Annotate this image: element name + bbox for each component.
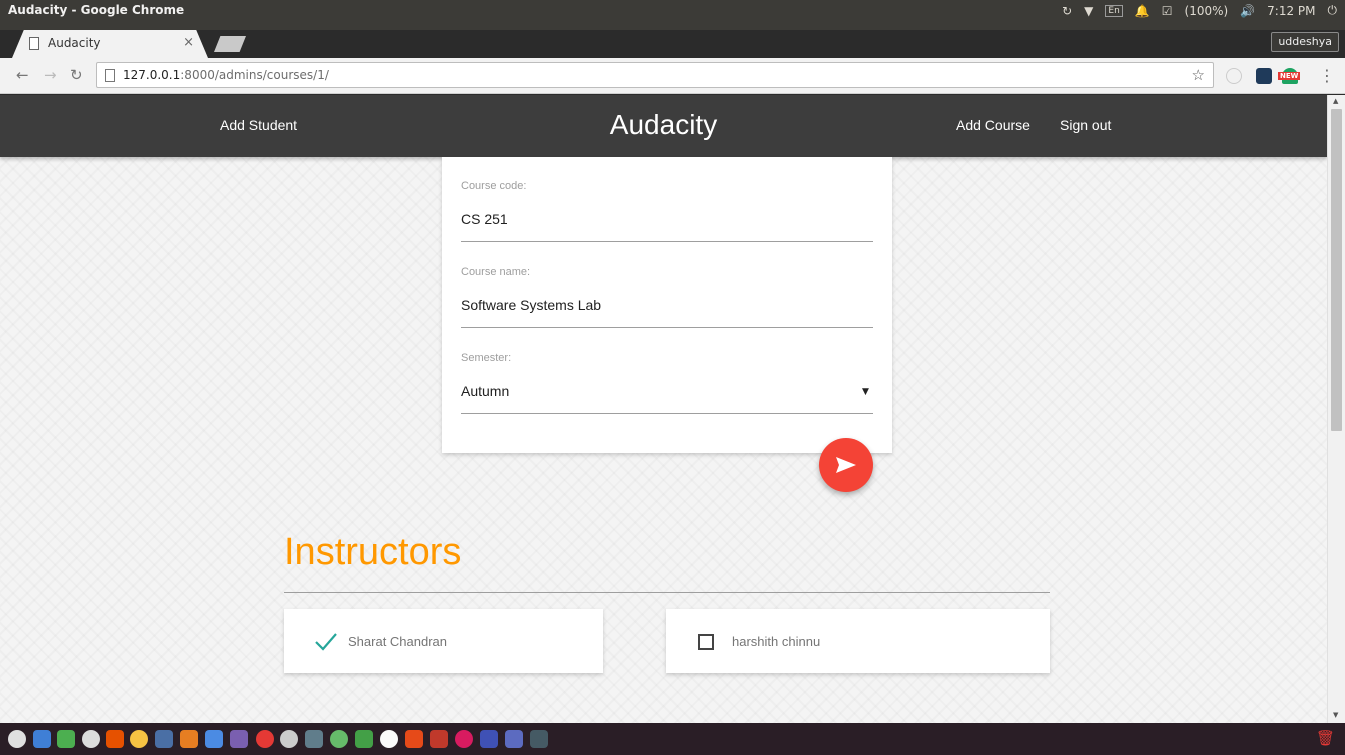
os-title-bar: Audacity - Google Chrome ↻ ▼ En 🔔 ☑ (100… [0, 0, 1345, 30]
page-icon [29, 37, 39, 50]
launcher-icon[interactable] [8, 730, 26, 748]
browser-tab[interactable]: Audacity × [12, 30, 208, 58]
trash-icon[interactable]: 🗑 [1316, 729, 1335, 747]
course-code-input[interactable]: CS 251 [461, 211, 508, 227]
app-icon[interactable] [505, 730, 523, 748]
app-icon[interactable] [205, 730, 223, 748]
wifi-icon[interactable]: ▼ [1084, 4, 1093, 18]
send-icon [836, 457, 856, 473]
url-path: :8000/admins/courses/1/ [180, 68, 329, 82]
app-icon[interactable] [230, 730, 248, 748]
app-icon[interactable] [155, 730, 173, 748]
app-icon[interactable] [480, 730, 498, 748]
app-icon[interactable] [280, 730, 298, 748]
app-icon[interactable] [82, 730, 100, 748]
close-tab-icon[interactable]: × [183, 35, 194, 50]
extension-shield-icon[interactable] [1226, 68, 1242, 84]
taskbar: 🗑 [0, 723, 1345, 755]
app-icon[interactable] [405, 730, 423, 748]
page-info-icon[interactable] [105, 69, 115, 82]
profile-button[interactable]: uddeshya [1271, 32, 1339, 52]
back-arrow-icon[interactable]: ← [16, 66, 29, 84]
section-divider [284, 592, 1050, 593]
app-icon[interactable] [33, 730, 51, 748]
clock[interactable]: 7:12 PM [1267, 4, 1315, 18]
sync-icon[interactable]: ↻ [1062, 4, 1072, 18]
tab-title: Audacity [48, 36, 101, 50]
extension-cube-icon[interactable] [1256, 68, 1272, 84]
submit-button[interactable] [819, 438, 873, 492]
battery-icon[interactable]: ☑ [1162, 4, 1173, 18]
checkbox-icon[interactable] [698, 634, 714, 650]
volume-icon[interactable]: 🔊 [1240, 4, 1255, 18]
bookmark-star-icon[interactable]: ☆ [1192, 66, 1205, 84]
instructors-heading: Instructors [284, 531, 462, 573]
app-icon[interactable] [430, 730, 448, 748]
url-text[interactable]: 127.0.0.1:8000/admins/courses/1/ [123, 68, 329, 82]
checkmark-icon[interactable] [314, 631, 338, 651]
semester-label: Semester: [461, 352, 512, 364]
app-icon[interactable] [455, 730, 473, 748]
course-name-input[interactable]: Software Systems Lab [461, 297, 601, 313]
address-bar[interactable]: 127.0.0.1:8000/admins/courses/1/ ☆ [96, 62, 1214, 88]
session-menu-icon[interactable]: ⏻ [1328, 3, 1338, 18]
scroll-down-arrow-icon[interactable]: ▼ [1333, 711, 1338, 719]
course-code-label: Course code: [461, 180, 527, 192]
window-title: Audacity - Google Chrome [8, 3, 185, 17]
app-icon[interactable] [530, 730, 548, 748]
course-code-underline [461, 241, 873, 242]
terminal-icon[interactable] [305, 730, 323, 748]
instructor-card[interactable]: Sharat Chandran [284, 609, 603, 673]
new-tab-button[interactable] [214, 36, 246, 52]
app-icon[interactable] [57, 730, 75, 748]
instructor-card[interactable]: harshith chinnu [666, 609, 1050, 673]
app-header: Add Student Audacity Add Course Sign out [0, 95, 1327, 157]
app-icon[interactable] [355, 730, 373, 748]
app-icon[interactable] [106, 730, 124, 748]
instructor-name: harshith chinnu [732, 634, 821, 649]
forward-arrow-icon[interactable]: → [44, 66, 57, 84]
page-scrollbar[interactable]: ▲ ▼ [1327, 95, 1345, 723]
app-icon[interactable] [256, 730, 274, 748]
url-host: 127.0.0.1 [123, 68, 181, 82]
browser-toolbar: ← → ↻ 127.0.0.1:8000/admins/courses/1/ ☆… [0, 58, 1345, 94]
chrome-icon[interactable] [130, 730, 148, 748]
course-name-underline [461, 327, 873, 328]
course-name-label: Course name: [461, 266, 531, 278]
menu-icon[interactable]: ⋮ [1319, 66, 1335, 85]
course-form-card: Course code: CS 251 Course name: Softwar… [442, 157, 892, 453]
notification-bell-icon[interactable]: 🔔 [1135, 4, 1150, 18]
brand-logo[interactable]: Audacity [0, 109, 1327, 141]
add-course-link[interactable]: Add Course [956, 117, 1030, 133]
scrollbar-thumb[interactable] [1331, 109, 1342, 431]
battery-percent: (100%) [1184, 3, 1229, 18]
system-tray: ↻ ▼ En 🔔 ☑ (100%) 🔊 7:12 PM ⏻ [1062, 3, 1337, 18]
keyboard-layout-indicator[interactable]: En [1105, 4, 1123, 17]
semester-select[interactable]: Autumn [461, 383, 509, 399]
semester-underline [461, 413, 873, 414]
sign-out-link[interactable]: Sign out [1060, 117, 1111, 133]
dropdown-arrow-icon[interactable]: ▼ [862, 387, 869, 397]
app-icon[interactable] [180, 730, 198, 748]
app-icon[interactable] [330, 730, 348, 748]
page-viewport: Add Student Audacity Add Course Sign out… [0, 95, 1327, 723]
instructor-name: Sharat Chandran [348, 634, 448, 649]
reload-icon[interactable]: ↻ [70, 66, 83, 84]
app-icon[interactable] [380, 730, 398, 748]
new-badge: NEW [1278, 72, 1301, 80]
scroll-up-arrow-icon[interactable]: ▲ [1333, 97, 1338, 105]
